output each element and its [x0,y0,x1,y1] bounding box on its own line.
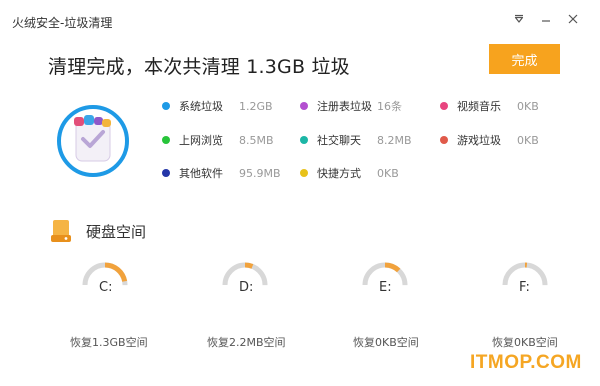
drive-e: E: 恢复0KB空间 [353,260,460,350]
category-name: 游戏垃圾 [457,134,501,147]
drive-letter: E: [379,280,392,295]
category-item: 系统垃圾 1.2GB [162,97,273,115]
category-item: 上网浏览 8.5MB [162,131,274,149]
category-color-dot [300,136,308,144]
category-color-dot [162,169,170,177]
category-item: 社交聊天 8.2MB [300,131,412,149]
drive-c: C: 恢复1.3GB空间 [70,260,180,350]
close-button[interactable] [564,10,582,28]
category-size: 8.5MB [239,133,274,147]
category-color-dot [162,136,170,144]
category-name: 视频音乐 [457,100,501,113]
drive-recovered-space: 恢复0KB空间 [492,336,558,349]
drive-recovered-space: 恢复0KB空间 [353,336,419,349]
category-name: 其他软件 [179,167,223,180]
title-bar: 火绒安全-垃圾清理 [0,0,600,36]
drive-d: D: 恢复2.2MB空间 [207,260,320,350]
menu-icon [514,14,524,23]
category-color-dot [440,136,448,144]
drive-f: F: 恢复0KB空间 [492,260,600,350]
window-title: 火绒安全-垃圾清理 [12,16,113,30]
category-name: 上网浏览 [179,134,223,147]
category-color-dot [162,102,170,110]
minimize-icon [542,20,550,22]
category-size: 0KB [517,133,539,147]
hard-drive-icon [51,220,71,242]
close-icon [568,14,578,24]
category-item: 注册表垃圾 16条 [300,97,402,115]
category-name: 社交聊天 [317,134,361,147]
disk-space-header: 硬盘空间 [48,218,146,244]
cleanup-result-headline: 清理完成，本次共清理 1.3GB 垃圾 [48,56,350,78]
category-size: 8.2MB [377,133,412,147]
drive-letter: F: [519,280,530,295]
category-color-dot [300,169,308,177]
category-name: 注册表垃圾 [317,100,372,113]
category-name: 系统垃圾 [179,100,223,113]
category-size: 0KB [517,99,539,113]
disk-space-title: 硬盘空间 [86,222,147,241]
category-item: 游戏垃圾 0KB [440,131,539,149]
category-size: 16条 [377,100,402,113]
category-item: 快捷方式 0KB [300,164,399,182]
minimize-button[interactable] [537,10,555,28]
menu-button[interactable] [510,10,528,28]
category-item: 视频音乐 0KB [440,97,539,115]
category-name: 快捷方式 [317,167,361,180]
category-item: 其他软件 95.9MB [162,164,281,182]
drive-letter: D: [239,280,254,295]
category-size: 0KB [377,166,399,180]
category-color-dot [440,102,448,110]
done-button[interactable]: 完成 [489,44,560,74]
category-color-dot [300,102,308,110]
drive-recovered-space: 恢复2.2MB空间 [207,336,286,349]
category-size: 1.2GB [239,99,273,113]
cleanup-complete-icon [55,103,131,179]
category-size: 95.9MB [239,166,281,180]
drive-recovered-space: 恢复1.3GB空间 [70,336,148,349]
drive-letter: C: [99,280,113,295]
watermark: ITMOP.COM [470,352,582,373]
